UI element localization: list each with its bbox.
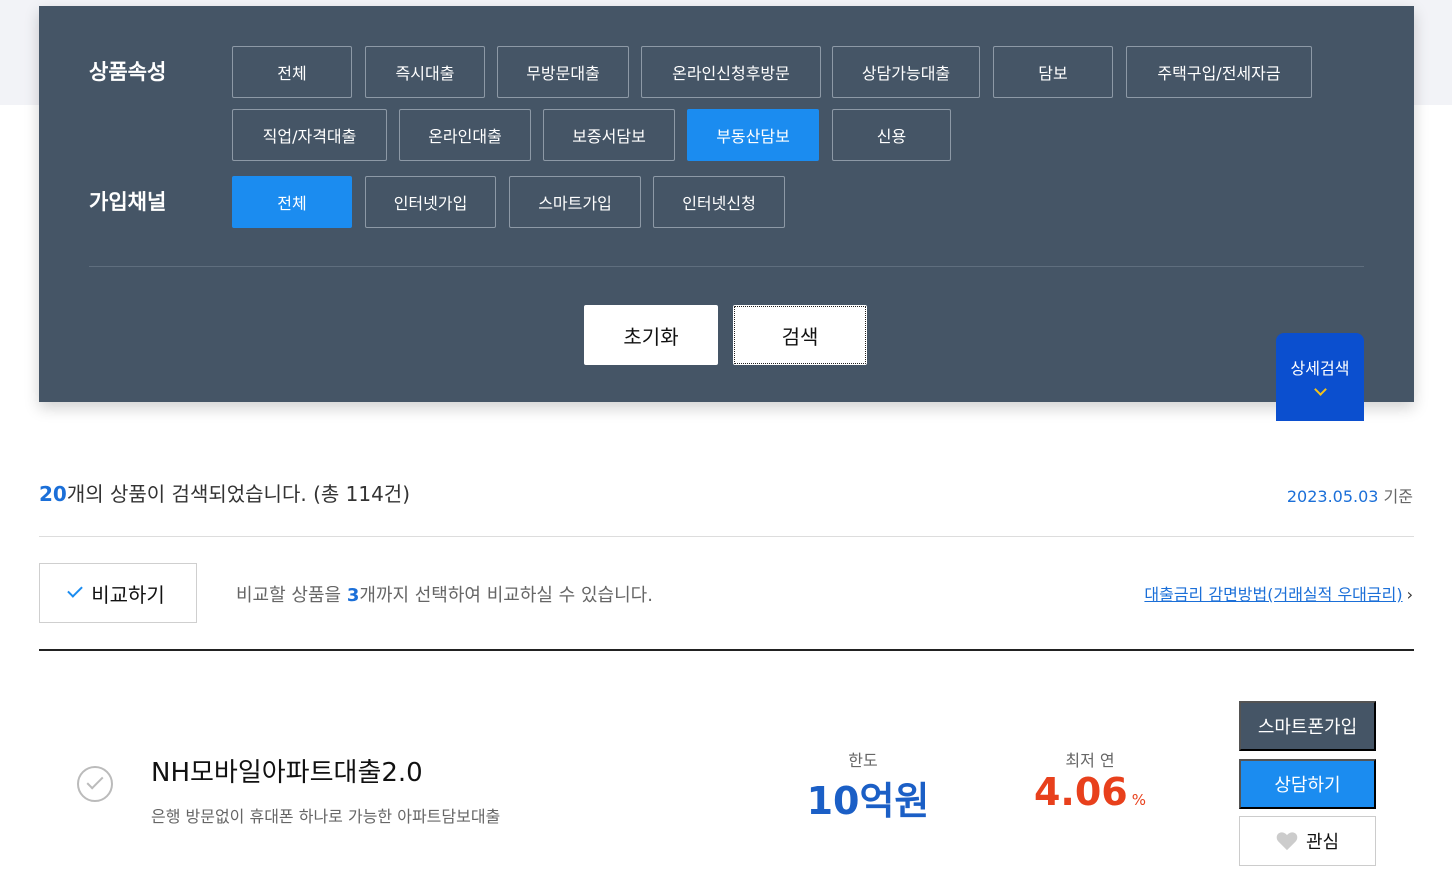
smartphone-join-button[interactable]: 스마트폰가입: [1239, 701, 1376, 751]
rate-reduction-link-label: 대출금리 감면방법(거래실적 우대금리): [1144, 585, 1403, 604]
rate-reduction-link[interactable]: 대출금리 감면방법(거래실적 우대금리) ›: [1144, 581, 1413, 605]
check-icon: [86, 772, 104, 790]
favorite-button[interactable]: 관심: [1239, 816, 1376, 866]
channel-group-label: 가입채널: [89, 190, 167, 214]
product-description: 은행 방문없이 휴대폰 하나로 가능한 아파트담보대출: [151, 807, 501, 826]
filter-panel: 상품속성 전체 즉시대출 무방문대출 온라인신청후방문 상담가능대출 담보 주택…: [39, 6, 1414, 402]
attr-chip-guarantee[interactable]: 보증서담보: [543, 109, 675, 161]
favorite-button-label: 관심: [1305, 832, 1340, 853]
compare-button[interactable]: 비교하기: [39, 563, 197, 623]
compare-note: 비교할 상품을 3개까지 선택하여 비교하실 수 있습니다.: [236, 581, 653, 607]
detail-search-button[interactable]: 상세검색: [1276, 333, 1364, 421]
limit-value: 10억원: [806, 779, 930, 823]
compare-note-suffix: 개까지 선택하여 비교하실 수 있습니다.: [359, 585, 653, 606]
attr-chip-credit[interactable]: 신용: [832, 109, 951, 161]
attr-chip-instant-loan[interactable]: 즉시대출: [365, 46, 485, 98]
results-divider: [39, 536, 1414, 537]
attr-chip-consult-loan[interactable]: 상담가능대출: [832, 46, 980, 98]
heart-icon: [1276, 832, 1298, 851]
rate-unit: %: [1131, 791, 1147, 809]
rate-label: 최저 연: [1065, 751, 1115, 770]
panel-divider: [89, 266, 1364, 267]
result-count: 20: [39, 482, 67, 506]
list-top-divider: [39, 649, 1414, 651]
rate-display: 4.06%: [1030, 770, 1150, 814]
attr-chip-no-visit-loan[interactable]: 무방문대출: [497, 46, 629, 98]
attribute-group-label: 상품속성: [89, 60, 167, 84]
compare-note-prefix: 비교할 상품을: [236, 585, 347, 606]
attr-chip-real-estate[interactable]: 부동산담보: [687, 109, 819, 161]
attr-chip-job-license[interactable]: 직업/자격대출: [232, 109, 387, 161]
attr-chip-housing-jeonse[interactable]: 주택구입/전세자금: [1126, 46, 1312, 98]
attr-chip-online-then-visit[interactable]: 온라인신청후방문: [641, 46, 821, 98]
as-of-date: 2023.05.03 기준: [1287, 483, 1413, 507]
consult-button[interactable]: 상담하기: [1239, 759, 1376, 809]
attr-chip-collateral[interactable]: 담보: [993, 46, 1113, 98]
channel-chip-smart-join[interactable]: 스마트가입: [509, 176, 641, 228]
chevron-right-icon: ›: [1406, 585, 1413, 604]
channel-chip-internet-join[interactable]: 인터넷가입: [365, 176, 496, 228]
as-of-date-value: 2023.05.03: [1286, 487, 1379, 506]
rate-value: 4.06: [1033, 770, 1128, 814]
attr-chip-online-loan[interactable]: 온라인대출: [399, 109, 531, 161]
chevron-down-icon: [1313, 383, 1327, 396]
compare-note-count: 3: [346, 585, 360, 606]
channel-chip-all[interactable]: 전체: [232, 176, 352, 228]
attr-chip-all[interactable]: 전체: [232, 46, 352, 98]
check-icon: [67, 582, 83, 598]
result-count-text: 개의 상품이 검색되었습니다. (총 114건): [66, 482, 411, 506]
search-button[interactable]: 검색: [733, 305, 867, 365]
product-name[interactable]: NH모바일아파트대출2.0: [151, 752, 423, 789]
as-of-date-suffix: 기준: [1378, 487, 1413, 506]
reset-button[interactable]: 초기화: [584, 305, 718, 365]
product-select-checkbox[interactable]: [77, 766, 113, 802]
channel-chip-internet-apply[interactable]: 인터넷신청: [653, 176, 785, 228]
detail-search-label: 상세검색: [1290, 359, 1350, 378]
compare-button-label: 비교하기: [91, 582, 165, 607]
limit-label: 한도: [848, 751, 878, 770]
result-summary: 20개의 상품이 검색되었습니다. (총 114건): [39, 478, 410, 507]
